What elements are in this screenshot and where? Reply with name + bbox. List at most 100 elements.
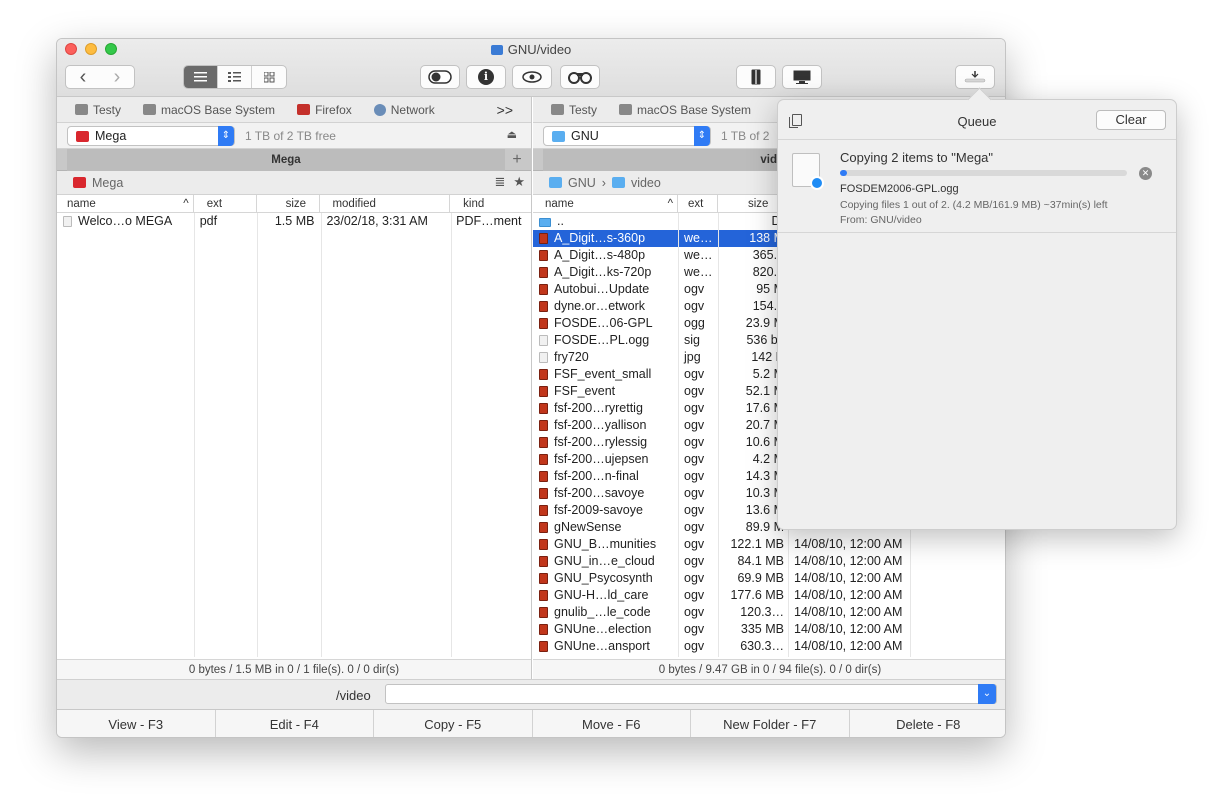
list-view-icon[interactable] xyxy=(184,66,218,88)
cell-text: fsf-200…ryrettig xyxy=(554,401,643,415)
cell-text: ogv xyxy=(684,588,705,602)
col-name[interactable]: name ^ xyxy=(57,195,194,212)
left-drive-row: Mega ⇕ 1 TB of 2 TB free ⏏ xyxy=(57,123,531,149)
bookmark-testy[interactable]: Testy xyxy=(75,103,121,117)
left-drive-select[interactable]: Mega ⇕ xyxy=(67,126,235,146)
col-ext[interactable]: ext xyxy=(678,195,718,212)
cell-name: FSF_event_small xyxy=(533,366,678,383)
cell-name: fsf-200…ryrettig xyxy=(533,400,678,417)
queue-button[interactable] xyxy=(955,65,995,89)
bookmark-macos-base-system[interactable]: macOS Base System xyxy=(619,103,751,117)
queue-progress-info: Copying files 1 out of 2. (4.2 MB/161.9 … xyxy=(840,199,1108,211)
col-size[interactable]: size xyxy=(257,195,321,212)
edit-f4-button[interactable]: Edit - F4 xyxy=(216,710,374,737)
table-row[interactable]: GNUne…election ogv 335 MB 14/08/10, 12:00 A… xyxy=(533,621,1005,638)
drive-free-space: 1 TB of 2 TB free xyxy=(245,129,336,143)
clear-queue-button[interactable]: Clear xyxy=(1096,110,1166,130)
cell-ext: ogv xyxy=(678,536,718,553)
table-row[interactable]: GNU_in…e_cloud ogv 84.1 MB 14/08/10, 12:00 … xyxy=(533,553,1005,570)
table-row[interactable]: GNUne…ansport ogv 630.3… 14/08/10, 12:00 AM xyxy=(533,638,1005,655)
search-button[interactable] xyxy=(560,65,600,89)
cell-text: we… xyxy=(684,231,713,245)
cell-text: fsf-200…yallison xyxy=(554,418,647,432)
video-file-icon xyxy=(539,607,548,618)
star-icon[interactable]: ★ xyxy=(513,174,525,190)
history-nav: ‹ › xyxy=(65,65,135,89)
command-line-input[interactable]: ⌄ xyxy=(385,684,997,704)
cell-name: GNU_B…munities xyxy=(533,536,678,553)
cell-text: 23/02/18, 3:31 AM xyxy=(326,214,428,228)
cell-text: ogv xyxy=(684,503,705,517)
cell-modified: 23/02/18, 3:31 AM xyxy=(320,213,450,230)
path-actions: ≣ ★ xyxy=(494,174,525,190)
view-f3-button[interactable]: View - F3 xyxy=(57,710,216,737)
delete-f8-button[interactable]: Delete - F8 xyxy=(850,710,1006,737)
table-row[interactable]: GNU-H…ld_care ogv 177.6 MB 14/08/10, 12:00 … xyxy=(533,587,1005,604)
tab-mega[interactable]: Mega xyxy=(67,149,505,171)
cell-text: fsf-200…n-final xyxy=(554,469,639,483)
col-label: name xyxy=(545,198,574,210)
forward-icon[interactable]: › xyxy=(114,66,121,89)
globe-icon xyxy=(373,103,386,116)
chevron-down-icon[interactable]: ⌄ xyxy=(978,684,996,704)
cell-name: FOSDE…06-GPL xyxy=(533,315,678,332)
new-folder-f7-button[interactable]: New Folder - F7 xyxy=(691,710,850,737)
archive-button[interactable] xyxy=(736,65,776,89)
grid-view-icon[interactable] xyxy=(252,66,286,88)
cell-name: gnulib_…le_code xyxy=(533,604,678,621)
info-icon: i xyxy=(478,69,494,85)
bookmark-macos-base-system[interactable]: macOS Base System xyxy=(143,103,275,117)
back-icon[interactable]: ‹ xyxy=(80,66,87,89)
path-segment-root[interactable]: GNU xyxy=(568,176,596,190)
cell-ext: we… xyxy=(678,230,718,247)
sort-asc-icon: ^ xyxy=(183,198,189,210)
cell-text: gnulib_…le_code xyxy=(554,605,651,619)
cell-text: we… xyxy=(684,248,713,262)
disk-icon xyxy=(143,104,157,115)
info-button[interactable]: i xyxy=(466,65,506,89)
quick-look-button[interactable] xyxy=(512,65,552,89)
cell-text: ogv xyxy=(684,537,705,551)
col-name[interactable]: name ^ xyxy=(533,195,678,212)
toggle-hidden-button[interactable] xyxy=(420,65,460,89)
path-segment-leaf[interactable]: video xyxy=(631,176,661,190)
eject-icon[interactable]: ⏏ xyxy=(507,128,517,141)
cancel-icon[interactable]: ✕ xyxy=(1139,167,1152,180)
cell-text: 122.1 MB xyxy=(730,537,784,551)
path-segment[interactable]: Mega xyxy=(92,176,123,190)
cell-text: ogv xyxy=(684,554,705,568)
cell-text: 14/08/10, 12:00 AM xyxy=(794,588,903,602)
copy-f5-button[interactable]: Copy - F5 xyxy=(374,710,533,737)
cell-name: .. xyxy=(533,213,678,230)
cell-size: 120.3… xyxy=(718,604,788,621)
col-modified[interactable]: modified xyxy=(320,195,451,212)
detail-view-icon[interactable] xyxy=(218,66,252,88)
table-row[interactable]: GNU_B…munities ogv 122.1 MB 14/08/10, 12:00… xyxy=(533,536,1005,553)
bookmark-testy[interactable]: Testy xyxy=(551,103,597,117)
col-kind[interactable]: kind xyxy=(450,195,531,212)
cell-ext xyxy=(678,213,718,230)
cell-text: 120.3… xyxy=(740,605,784,619)
list-icon[interactable]: ≣ xyxy=(494,174,505,190)
tab-video[interactable]: vid xyxy=(543,149,777,171)
connect-server-button[interactable] xyxy=(782,65,822,89)
cell-kind xyxy=(910,604,1005,621)
add-tab-button[interactable]: + xyxy=(507,149,527,171)
cell-name: fry720 xyxy=(533,349,678,366)
bookmark-firefox[interactable]: Firefox xyxy=(297,103,352,117)
cell-text: ogv xyxy=(684,452,705,466)
video-file-icon xyxy=(539,454,548,465)
cell-size: 630.3… xyxy=(718,638,788,655)
table-row[interactable]: GNU_Psycosynth ogv 69.9 MB 14/08/10, 12:00 … xyxy=(533,570,1005,587)
bookmark-network[interactable]: Network xyxy=(373,103,435,117)
table-row[interactable]: Welco…o MEGA pdf 1.5 MB 23/02/18, 3:31 AM PD… xyxy=(57,213,531,230)
right-drive-select[interactable]: GNU ⇕ xyxy=(543,126,711,146)
more-bookmarks-button[interactable]: >> xyxy=(497,102,513,118)
left-path-bar: Mega ≣ ★ xyxy=(57,171,531,195)
cell-ext: ogv xyxy=(678,451,718,468)
move-f6-button[interactable]: Move - F6 xyxy=(533,710,691,737)
cell-text: we… xyxy=(684,265,713,279)
file-copy-icon xyxy=(792,153,824,190)
table-row[interactable]: gnulib_…le_code ogv 120.3… 14/08/10, 12:00 … xyxy=(533,604,1005,621)
col-ext[interactable]: ext xyxy=(194,195,257,212)
